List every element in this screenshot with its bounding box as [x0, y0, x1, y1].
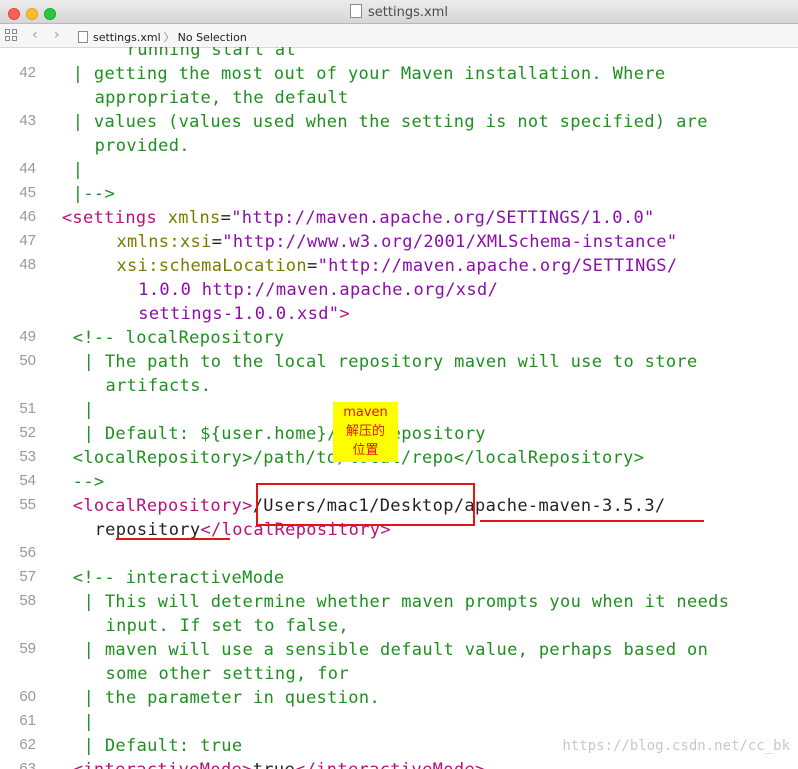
- line-number: 49: [19, 328, 36, 345]
- annotation-line-1: maven: [343, 405, 388, 420]
- forward-arrow-icon[interactable]: ›: [54, 27, 60, 43]
- breadcrumb-selection[interactable]: No Selection: [178, 31, 247, 44]
- watermark: https://blog.csdn.net/cc_bk: [562, 738, 790, 754]
- underline-repository: [116, 538, 230, 540]
- line-number: 52: [19, 424, 36, 441]
- line-number: 44: [19, 160, 36, 177]
- code-text: settings-1.0.0.xsd">: [138, 304, 350, 324]
- code-text: | The path to the local repository maven…: [83, 352, 698, 372]
- code-text: |: [83, 712, 95, 732]
- code-line[interactable]: appropriate, the default: [0, 86, 798, 110]
- related-items-grid-icon[interactable]: [5, 29, 17, 41]
- code-line[interactable]: 42 | getting the most out of your Maven i…: [0, 62, 798, 86]
- code-line[interactable]: input. If set to false,: [0, 614, 798, 638]
- line-number: 51: [19, 400, 36, 417]
- code-line[interactable]: 43 | values (values used when the setting…: [0, 110, 798, 134]
- line-number: 47: [19, 232, 36, 249]
- code-lines: running start at 42 | getting the most out…: [0, 47, 798, 769]
- code-text: | getting the most out of your Maven ins…: [72, 64, 666, 84]
- line-number: 54: [19, 472, 36, 489]
- jump-bar: ‹ › settings.xml 〉 No Selection: [0, 24, 798, 48]
- code-line[interactable]: 61 |: [0, 710, 798, 734]
- document-icon: [350, 4, 363, 18]
- code-text: <interactiveMode>true</interactiveMode>: [73, 760, 486, 769]
- line-number: 63: [19, 760, 36, 769]
- line-number: 53: [19, 448, 36, 465]
- back-arrow-icon[interactable]: ‹: [32, 27, 38, 43]
- annotation-line-3: 位置: [352, 443, 379, 458]
- code-line[interactable]: 49 <!-- localRepository: [0, 326, 798, 350]
- code-line[interactable]: 56: [0, 542, 798, 566]
- code-text: <!-- localRepository: [72, 328, 285, 348]
- line-number: 60: [19, 688, 36, 705]
- code-text: 1.0.0 http://maven.apache.org/xsd/: [138, 280, 499, 300]
- window-title-text: settings.xml: [368, 5, 448, 20]
- code-text: running start at: [105, 47, 297, 60]
- code-line[interactable]: 52 | Default: ${user.home}/.m2/repository: [0, 422, 798, 446]
- code-text: <settings xmlns="http://maven.apache.org…: [61, 208, 655, 228]
- window-titlebar: settings.xml: [0, 0, 798, 24]
- annotation-line-2: 解压的: [345, 424, 385, 439]
- code-text: artifacts.: [105, 376, 212, 396]
- code-line[interactable]: 45 |-->: [0, 182, 798, 206]
- code-line[interactable]: 46 <settings xmlns="http://maven.apache.o…: [0, 206, 798, 230]
- code-line[interactable]: 53<localRepository>/path/to/local/repo</…: [0, 446, 798, 470]
- code-line[interactable]: 63 <interactiveMode>true</interactiveMode…: [0, 758, 798, 769]
- code-text: |-->: [72, 184, 116, 204]
- line-number: 48: [19, 256, 36, 273]
- line-number: 55: [19, 496, 36, 513]
- code-text: appropriate, the default: [94, 88, 349, 108]
- breadcrumb-separator-icon: 〉: [163, 31, 175, 44]
- code-text: xsi:schemaLocation="http://maven.apache.…: [116, 256, 678, 276]
- line-number: 58: [19, 592, 36, 609]
- code-line[interactable]: 60 | the parameter in question.: [0, 686, 798, 710]
- line-number: 50: [19, 352, 36, 369]
- code-text: | the parameter in question.: [83, 688, 381, 708]
- code-text: xmlns:xsi="http://www.w3.org/2001/XMLSch…: [116, 232, 678, 252]
- line-number: 57: [19, 568, 36, 585]
- code-line[interactable]: 57 <!-- interactiveMode: [0, 566, 798, 590]
- breadcrumb: settings.xml 〉 No Selection: [78, 29, 247, 45]
- code-line[interactable]: 47 xmlns:xsi="http://www.w3.org/2001/XMLS…: [0, 230, 798, 254]
- code-line[interactable]: 48 xsi:schemaLocation="http://maven.apach…: [0, 254, 798, 278]
- code-text: | This will determine whether maven prom…: [83, 592, 730, 612]
- annotation-note: maven 解压的 位置: [333, 402, 398, 462]
- code-line[interactable]: 51 |: [0, 398, 798, 422]
- line-number: 46: [19, 208, 36, 225]
- code-text: -->: [72, 472, 105, 492]
- code-editor[interactable]: running start at 42 | getting the most out…: [0, 47, 798, 769]
- underline-maven-folder: [480, 520, 704, 522]
- line-number: 59: [19, 640, 36, 657]
- code-line[interactable]: some other setting, for: [0, 662, 798, 686]
- line-number: 56: [19, 544, 36, 561]
- file-icon: [78, 31, 88, 43]
- code-text: | Default: ${user.home}/.m2/repository: [83, 424, 486, 444]
- code-text: | Default: true: [83, 736, 243, 756]
- line-number: 61: [19, 712, 36, 729]
- code-line[interactable]: 59 | maven will use a sensible default va…: [0, 638, 798, 662]
- code-text: | values (values used when the setting i…: [72, 112, 708, 132]
- code-line[interactable]: running start at: [0, 47, 798, 62]
- code-line[interactable]: settings-1.0.0.xsd">: [0, 302, 798, 326]
- code-text: | maven will use a sensible default valu…: [83, 640, 709, 660]
- code-line[interactable]: provided.: [0, 134, 798, 158]
- line-number: 42: [19, 64, 36, 81]
- code-text: provided.: [94, 136, 190, 156]
- code-line[interactable]: 58 | This will determine whether maven pr…: [0, 590, 798, 614]
- breadcrumb-file[interactable]: settings.xml: [93, 31, 161, 44]
- code-text: some other setting, for: [105, 664, 349, 684]
- code-text: input. If set to false,: [105, 616, 349, 636]
- code-line[interactable]: artifacts.: [0, 374, 798, 398]
- line-number: 43: [19, 112, 36, 129]
- code-text: |: [83, 400, 95, 420]
- highlight-box-desktop-path: [256, 483, 475, 526]
- code-line[interactable]: 1.0.0 http://maven.apache.org/xsd/: [0, 278, 798, 302]
- window-title: settings.xml: [0, 4, 798, 20]
- code-text: <!-- interactiveMode: [72, 568, 285, 588]
- code-text: |: [72, 160, 84, 180]
- code-line[interactable]: 44 |: [0, 158, 798, 182]
- code-line[interactable]: 50 | The path to the local repository mav…: [0, 350, 798, 374]
- line-number: 62: [19, 736, 36, 753]
- line-number: 45: [19, 184, 36, 201]
